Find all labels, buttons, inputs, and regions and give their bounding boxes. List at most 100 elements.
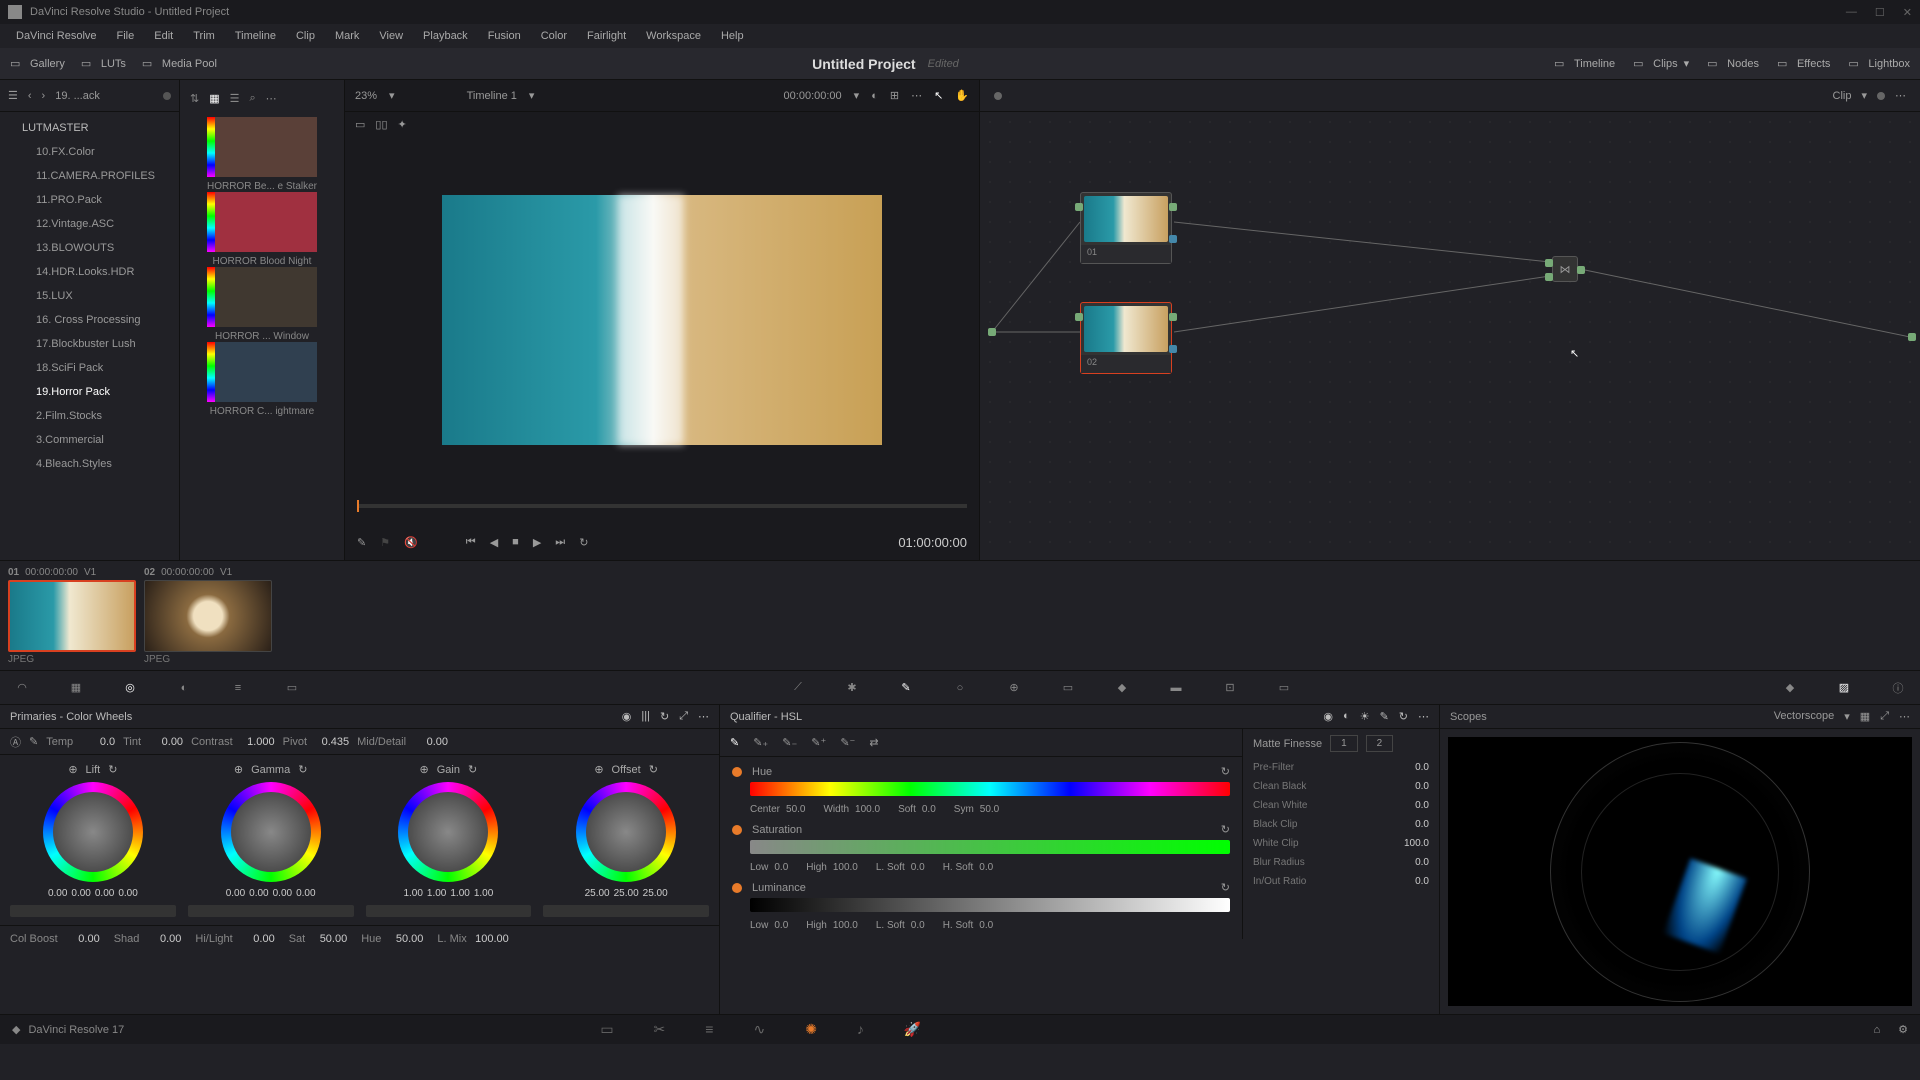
picker-sub-icon[interactable]: ✎₋	[782, 736, 797, 749]
reset-icon[interactable]: ↻	[1221, 881, 1230, 894]
key-tool[interactable]: ▬	[1166, 678, 1186, 698]
node-01[interactable]: 01	[1080, 192, 1172, 264]
matte-param[interactable]: Clean Black0.0	[1253, 777, 1429, 796]
node-mode[interactable]: Clip	[1833, 90, 1852, 102]
lum-range-bar[interactable]	[750, 898, 1230, 912]
menu-color[interactable]: Color	[531, 30, 577, 42]
minimize-icon[interactable]: —	[1846, 6, 1857, 19]
hdr-tool[interactable]: ◐	[174, 678, 194, 698]
picker-add-icon[interactable]: ✎₊	[753, 736, 768, 749]
scope-mode[interactable]: Vectorscope	[1774, 710, 1835, 723]
qualifier-tool[interactable]: ✎	[896, 678, 916, 698]
toolbar-gallery[interactable]: ▭Gallery	[10, 57, 65, 71]
lut-folder[interactable]: 4.Bleach.Styles	[0, 452, 179, 476]
expand-icon[interactable]: ⤢	[679, 710, 688, 723]
menu-fairlight[interactable]: Fairlight	[577, 30, 636, 42]
rgb-mixer-tool[interactable]: ≡	[228, 678, 248, 698]
split-icon[interactable]: ▯▯	[375, 118, 387, 131]
close-icon[interactable]: ✕	[1903, 6, 1912, 19]
tracker-tool[interactable]: ⊕	[1004, 678, 1024, 698]
hue-range-bar[interactable]	[750, 782, 1230, 796]
back-icon[interactable]: ‹	[28, 90, 32, 102]
picker-icon[interactable]: ✎	[29, 735, 38, 748]
chevron-down-icon[interactable]: ▾	[1861, 89, 1867, 102]
menu-mark[interactable]: Mark	[325, 30, 369, 42]
list-view-icon[interactable]: ☰	[230, 92, 240, 105]
warp-icon[interactable]: ✱	[842, 678, 862, 698]
lut-folder[interactable]: 12.Vintage.ASC	[0, 212, 179, 236]
grid-view-icon[interactable]: ▦	[209, 92, 219, 105]
media-page[interactable]: ▭	[600, 1021, 613, 1038]
curves-icon[interactable]: ⟋	[788, 678, 808, 698]
chevron-down-icon[interactable]: ▾	[854, 89, 860, 102]
node-02[interactable]: 02	[1080, 302, 1172, 374]
menu-file[interactable]: File	[107, 30, 145, 42]
layout-icon[interactable]: ▦	[1860, 710, 1870, 723]
hue-toggle[interactable]	[732, 767, 742, 777]
node-canvas[interactable]: 01 02 ⋈ ↖	[980, 112, 1920, 560]
forward-icon[interactable]: ›	[42, 90, 46, 102]
matte-tab-1[interactable]: 1	[1330, 735, 1358, 752]
matte-param[interactable]: In/Out Ratio0.0	[1253, 872, 1429, 891]
prev-frame-button[interactable]: ◀	[490, 536, 498, 549]
curves-tool[interactable]: ◠	[12, 678, 32, 698]
reset-icon[interactable]: ↻	[1221, 823, 1230, 836]
feather-sub-icon[interactable]: ✎⁻	[840, 736, 855, 749]
motion-tool[interactable]: ▭	[282, 678, 302, 698]
chevron-down-icon[interactable]: ▾	[389, 89, 395, 102]
menu-playback[interactable]: Playback	[413, 30, 478, 42]
highlight-icon[interactable]: ▭	[355, 118, 365, 131]
lut-folder[interactable]: 18.SciFi Pack	[0, 356, 179, 380]
wheel-mode-icon[interactable]: ◉	[622, 710, 632, 723]
bars-mode-icon[interactable]: |||	[641, 710, 650, 723]
warper-tool[interactable]: ▦	[66, 678, 86, 698]
zoom-value[interactable]: 23%	[355, 90, 377, 102]
lut-folder[interactable]: 11.CAMERA.PROFILES	[0, 164, 179, 188]
lut-preset[interactable]: HORROR C... ightmare	[190, 342, 334, 417]
more-icon[interactable]: ⋯	[266, 92, 277, 105]
menu-help[interactable]: Help	[711, 30, 754, 42]
bypass-icon[interactable]: ◐	[871, 90, 878, 102]
pointer-icon[interactable]: ↖	[934, 89, 943, 102]
vectorscope[interactable]	[1550, 742, 1810, 1002]
fairlight-page[interactable]: ♪	[857, 1021, 864, 1038]
lut-folder[interactable]: 14.HDR.Looks.HDR	[0, 260, 179, 284]
matte-param[interactable]: Clean White0.0	[1253, 796, 1429, 815]
temp-value[interactable]: 0.0	[79, 736, 115, 748]
fusion-page[interactable]: ∿	[753, 1021, 765, 1038]
settings-icon[interactable]: ⚙	[1898, 1023, 1908, 1036]
matte-param[interactable]: Black Clip0.0	[1253, 815, 1429, 834]
middetail-value[interactable]: 0.00	[412, 736, 448, 748]
menu-clip[interactable]: Clip	[286, 30, 325, 42]
blur-tool[interactable]: ◆	[1112, 678, 1132, 698]
play-button[interactable]: ▶	[533, 536, 541, 549]
lut-folder[interactable]: 17.Blockbuster Lush	[0, 332, 179, 356]
sat-range-bar[interactable]	[750, 840, 1230, 854]
node-output[interactable]	[1908, 333, 1916, 341]
menu-davinciresolve[interactable]: DaVinci Resolve	[6, 30, 107, 42]
lum-icon[interactable]: ☀	[1360, 710, 1370, 723]
menu-view[interactable]: View	[369, 30, 413, 42]
viewer-scrubber[interactable]	[345, 504, 979, 524]
chevron-down-icon[interactable]: ▾	[1844, 710, 1850, 723]
lut-folder[interactable]: LUTMASTER	[0, 116, 179, 140]
info-icon[interactable]: ⓘ	[1888, 678, 1908, 698]
matte-param[interactable]: Pre-Filter0.0	[1253, 758, 1429, 777]
lut-folder[interactable]: 16. Cross Processing	[0, 308, 179, 332]
toolbar-clips[interactable]: ▭Clips ▾	[1633, 57, 1689, 71]
more-icon[interactable]: ⋯	[1895, 89, 1906, 102]
lut-folder[interactable]: 13.BLOWOUTS	[0, 236, 179, 260]
lut-preset[interactable]: HORROR ... Window	[190, 267, 334, 342]
mute-icon[interactable]: 🔇	[404, 536, 418, 549]
contrast-value[interactable]: 1.000	[239, 736, 275, 748]
reset-icon[interactable]: ↻	[1399, 710, 1408, 723]
clip-thumbnail[interactable]: 0100:00:00:00V1JPEG	[8, 567, 136, 665]
lut-preset[interactable]: HORROR Blood Night	[190, 192, 334, 267]
matte-param[interactable]: White Clip100.0	[1253, 834, 1429, 853]
toolbar-luts[interactable]: ▭LUTs	[81, 57, 126, 71]
flag-icon[interactable]: ⚑	[380, 536, 390, 549]
3d-tool[interactable]: ▭	[1274, 678, 1294, 698]
keyframe-icon[interactable]: ◆	[1780, 678, 1800, 698]
window-tool[interactable]: ○	[950, 678, 970, 698]
more-icon[interactable]: ⋯	[698, 710, 709, 723]
